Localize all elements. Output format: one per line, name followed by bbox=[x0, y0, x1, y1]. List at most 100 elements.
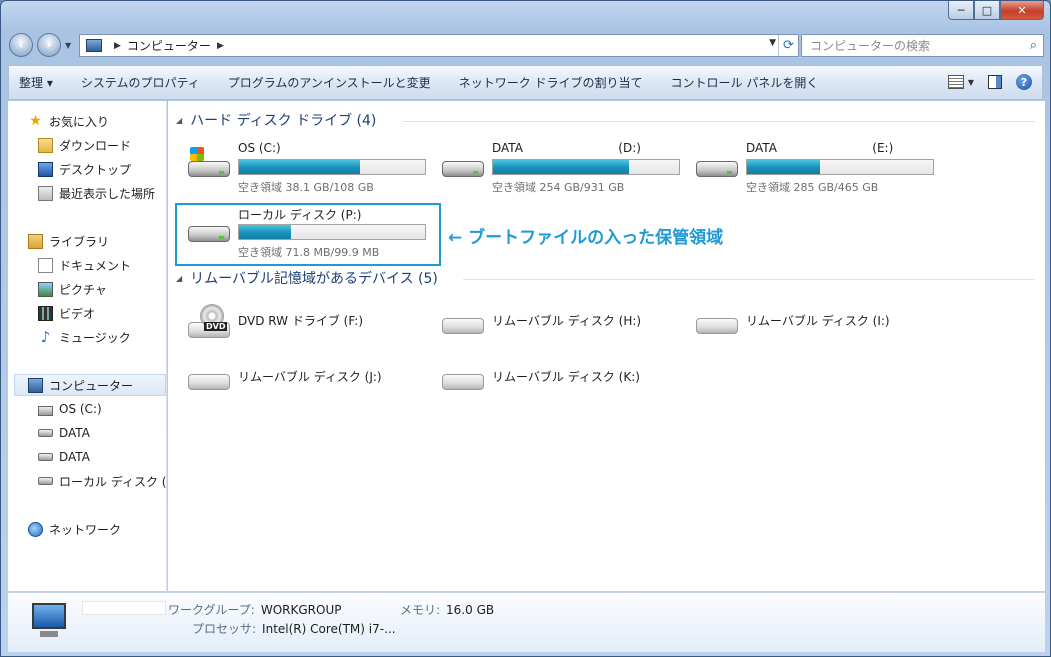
chevron-right-icon[interactable]: ▶ bbox=[217, 41, 224, 51]
sidebar-item-label: DATA bbox=[59, 450, 90, 464]
removable-name: リムーバブル ディスク (J:) bbox=[238, 370, 382, 384]
sidebar-item-label: ドキュメント bbox=[59, 258, 132, 273]
search-placeholder: コンピューターの検索 bbox=[810, 39, 931, 53]
chevron-down-icon[interactable]: ▼ bbox=[769, 38, 776, 48]
chevron-right-icon[interactable]: ▶ bbox=[114, 41, 121, 51]
breadcrumb-computer[interactable]: コンピューター bbox=[127, 37, 211, 54]
sidebar-item-data-e[interactable]: DATA bbox=[38, 446, 90, 468]
chevron-down-icon[interactable]: ▼ bbox=[968, 78, 974, 87]
processor-info: プロセッサ: Intel(R) Core(TM) i7-... bbox=[192, 620, 396, 637]
minimize-button[interactable]: ─ bbox=[948, 1, 974, 20]
processor-label: プロセッサ: bbox=[192, 622, 257, 636]
command-bar: 整理 ▾ システムのプロパティ プログラムのアンインストールと変更 ネットワーク… bbox=[8, 65, 1043, 100]
sidebar-item-os-drive[interactable]: OS (C:) bbox=[38, 398, 102, 420]
workgroup-info: ワークグループ: WORKGROUP bbox=[168, 601, 341, 618]
organize-button[interactable]: 整理 ▾ bbox=[19, 74, 53, 91]
removable-item-j[interactable]: リムーバブル ディスク (J:) bbox=[186, 362, 436, 402]
sidebar-item-pictures[interactable]: ピクチャ bbox=[38, 278, 107, 300]
workgroup-label: ワークグループ: bbox=[168, 603, 255, 617]
network-icon bbox=[28, 521, 43, 537]
dvd-drive-icon: DVD bbox=[186, 304, 232, 346]
computer-icon bbox=[26, 601, 70, 641]
drive-free-space: 空き領域 254 GB/931 GB bbox=[492, 181, 625, 194]
sidebar-item-local-disk[interactable]: ローカル ディスク ( bbox=[38, 470, 166, 492]
group-divider bbox=[463, 279, 1035, 280]
sidebar-item-favorites[interactable]: ★ お気に入り bbox=[28, 110, 109, 132]
view-options-icon[interactable] bbox=[947, 75, 964, 89]
back-button[interactable]: ‹ bbox=[9, 33, 33, 57]
drive-free-space: 空き領域 38.1 GB/108 GB bbox=[238, 181, 374, 194]
drive-name: DATA (E:) bbox=[746, 141, 894, 155]
removable-item-h[interactable]: リムーバブル ディスク (H:) bbox=[440, 306, 690, 346]
sidebar-item-computer[interactable]: コンピューター bbox=[28, 374, 133, 396]
drive-name: OS (C:) bbox=[238, 141, 281, 155]
search-input[interactable]: コンピューターの検索 ⌕ bbox=[801, 34, 1044, 57]
processor-value: Intel(R) Core(TM) i7-... bbox=[262, 622, 396, 636]
sidebar-item-label: ピクチャ bbox=[59, 282, 107, 297]
windows-drive-icon bbox=[38, 406, 53, 416]
drive-usage-fill bbox=[493, 160, 629, 174]
sidebar-item-libraries[interactable]: ライブラリ bbox=[28, 230, 109, 252]
content-pane: ◢ ハード ディスク ドライブ (4) OS (C:) 空き領域 38.1 GB/… bbox=[168, 101, 1045, 591]
drive-item-e[interactable]: DATA (E:) 空き領域 285 GB/465 GB bbox=[694, 141, 944, 197]
collapse-triangle-icon[interactable]: ◢ bbox=[176, 274, 182, 283]
removable-item-i[interactable]: リムーバブル ディスク (I:) bbox=[694, 306, 944, 346]
help-icon[interactable]: ? bbox=[1016, 74, 1032, 90]
sidebar-item-documents[interactable]: ドキュメント bbox=[38, 254, 131, 276]
drive-usage-fill bbox=[239, 160, 360, 174]
sidebar-item-label: OS (C:) bbox=[59, 402, 102, 416]
map-network-drive-button[interactable]: ネットワーク ドライブの割り当て bbox=[459, 74, 643, 91]
sidebar-item-recent-places[interactable]: 最近表示した場所 bbox=[38, 182, 155, 204]
recent-pages-chevron-icon[interactable]: ▼ bbox=[65, 41, 71, 50]
uninstall-program-button[interactable]: プログラムのアンインストールと変更 bbox=[228, 74, 431, 91]
removable-drive-icon bbox=[440, 362, 486, 390]
computer-icon bbox=[28, 377, 43, 393]
drive-usage-bar bbox=[492, 159, 680, 175]
group-divider bbox=[403, 121, 1035, 122]
removable-name: DVD RW ドライブ (F:) bbox=[238, 314, 364, 328]
details-pane: ワークグループ: WORKGROUP メモリ: 16.0 GB プロセッサ: Inte… bbox=[8, 592, 1045, 652]
sidebar-item-label: コンピューター bbox=[49, 378, 134, 393]
sidebar-item-videos[interactable]: ビデオ bbox=[38, 302, 95, 324]
group-header-hard-disk[interactable]: ◢ ハード ディスク ドライブ (4) bbox=[176, 110, 376, 130]
library-icon bbox=[28, 233, 43, 249]
hard-drive-icon bbox=[38, 477, 53, 485]
removable-item-f[interactable]: DVD DVD RW ドライブ (F:) bbox=[186, 304, 436, 346]
desktop-icon bbox=[38, 161, 53, 177]
sidebar-item-downloads[interactable]: ダウンロード bbox=[38, 134, 131, 156]
collapse-triangle-icon[interactable]: ◢ bbox=[176, 116, 182, 125]
drive-item-c[interactable]: OS (C:) 空き領域 38.1 GB/108 GB bbox=[186, 141, 436, 197]
open-control-panel-button[interactable]: コントロール パネルを開く bbox=[671, 74, 819, 91]
recent-places-icon bbox=[38, 185, 53, 201]
sidebar-item-label: DATA bbox=[59, 426, 90, 440]
removable-drive-icon bbox=[694, 306, 740, 334]
removable-name: リムーバブル ディスク (I:) bbox=[746, 314, 890, 328]
hard-drive-icon bbox=[694, 155, 740, 181]
sidebar-item-label: 最近表示した場所 bbox=[59, 186, 156, 201]
system-properties-button[interactable]: システムのプロパティ bbox=[81, 74, 200, 91]
drive-free-space: 空き領域 285 GB/465 GB bbox=[746, 181, 879, 194]
highlight-box bbox=[175, 203, 441, 266]
drive-item-d[interactable]: DATA (D:) 空き領域 254 GB/931 GB bbox=[440, 141, 690, 197]
sidebar-item-desktop[interactable]: デスクトップ bbox=[38, 158, 131, 180]
forward-button[interactable]: › bbox=[37, 33, 61, 57]
group-title: リムーバブル記憶域があるデバイス (5) bbox=[190, 271, 438, 287]
memory-label: メモリ: bbox=[400, 603, 441, 617]
workgroup-value: WORKGROUP bbox=[260, 603, 342, 617]
search-icon[interactable]: ⌕ bbox=[1030, 38, 1037, 53]
pictures-icon bbox=[38, 281, 53, 297]
sidebar-item-music[interactable]: ♪ ミュージック bbox=[38, 326, 131, 348]
removable-item-k[interactable]: リムーバブル ディスク (K:) bbox=[440, 362, 690, 402]
address-bar[interactable]: ▶ コンピューター ▶ ▼ ⟳ bbox=[79, 34, 799, 57]
sidebar-item-data-d[interactable]: DATA bbox=[38, 422, 90, 444]
refresh-icon[interactable]: ⟳ bbox=[778, 35, 798, 56]
sidebar-item-network[interactable]: ネットワーク bbox=[28, 518, 121, 540]
maximize-button[interactable]: □ bbox=[974, 1, 1000, 20]
windows-drive-icon bbox=[186, 147, 232, 181]
removable-name: リムーバブル ディスク (K:) bbox=[492, 370, 640, 384]
close-button[interactable]: ✕ bbox=[1000, 1, 1044, 20]
downloads-folder-icon bbox=[38, 137, 53, 153]
preview-pane-icon[interactable] bbox=[988, 75, 1002, 89]
group-header-removable[interactable]: ◢ リムーバブル記憶域があるデバイス (5) bbox=[176, 268, 438, 288]
memory-value: 16.0 GB bbox=[446, 603, 495, 617]
